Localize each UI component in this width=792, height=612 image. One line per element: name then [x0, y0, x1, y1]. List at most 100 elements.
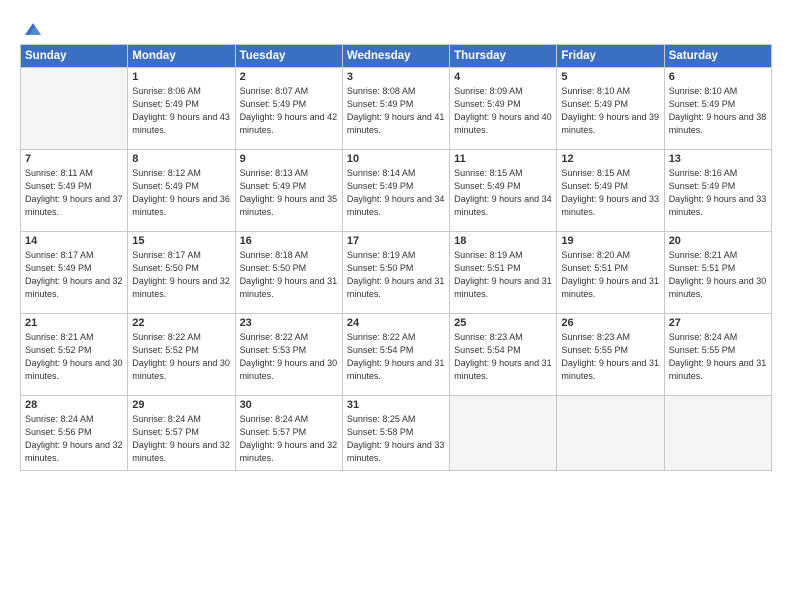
day-number: 17 — [347, 235, 445, 247]
day-info: Sunrise: 8:18 AMSunset: 5:50 PMDaylight:… — [240, 249, 338, 301]
col-header-friday: Friday — [557, 45, 664, 68]
logo — [20, 18, 44, 36]
day-info: Sunrise: 8:22 AMSunset: 5:54 PMDaylight:… — [347, 331, 445, 383]
day-info: Sunrise: 8:24 AMSunset: 5:57 PMDaylight:… — [240, 413, 338, 465]
calendar-cell: 4 Sunrise: 8:09 AMSunset: 5:49 PMDaylight… — [450, 68, 557, 150]
calendar-cell: 10 Sunrise: 8:14 AMSunset: 5:49 PMDayligh… — [342, 150, 449, 232]
day-info: Sunrise: 8:22 AMSunset: 5:52 PMDaylight:… — [132, 331, 230, 383]
calendar-cell — [664, 396, 771, 471]
day-info: Sunrise: 8:24 AMSunset: 5:55 PMDaylight:… — [669, 331, 767, 383]
calendar-cell: 19 Sunrise: 8:20 AMSunset: 5:51 PMDayligh… — [557, 232, 664, 314]
day-info: Sunrise: 8:21 AMSunset: 5:51 PMDaylight:… — [669, 249, 767, 301]
day-number: 12 — [561, 153, 659, 165]
calendar-cell: 1Sunrise: 8:06 AMSunset: 5:49 PMDaylight… — [128, 68, 235, 150]
day-info: Sunrise: 8:10 AMSunset: 5:49 PMDaylight:… — [561, 85, 659, 137]
day-info: Sunrise: 8:15 AMSunset: 5:49 PMDaylight:… — [561, 167, 659, 219]
day-info: Sunrise: 8:15 AMSunset: 5:49 PMDaylight:… — [454, 167, 552, 219]
day-number: 24 — [347, 317, 445, 329]
day-info: Sunrise: 8:24 AMSunset: 5:56 PMDaylight:… — [25, 413, 123, 465]
day-info: Sunrise: 8:20 AMSunset: 5:51 PMDaylight:… — [561, 249, 659, 301]
day-number: 15 — [132, 235, 230, 247]
day-number: 31 — [347, 399, 445, 411]
calendar-cell: 8 Sunrise: 8:12 AMSunset: 5:49 PMDaylight… — [128, 150, 235, 232]
calendar-table: SundayMondayTuesdayWednesdayThursdayFrid… — [20, 44, 772, 471]
calendar-cell: 27 Sunrise: 8:24 AMSunset: 5:55 PMDayligh… — [664, 314, 771, 396]
calendar-cell: 7 Sunrise: 8:11 AMSunset: 5:49 PMDaylight… — [21, 150, 128, 232]
col-header-monday: Monday — [128, 45, 235, 68]
calendar-cell — [21, 68, 128, 150]
calendar-cell: 2 Sunrise: 8:07 AMSunset: 5:49 PMDaylight… — [235, 68, 342, 150]
day-info: Sunrise: 8:17 AMSunset: 5:49 PMDaylight:… — [25, 249, 123, 301]
day-number: 4 — [454, 71, 552, 83]
day-number: 20 — [669, 235, 767, 247]
calendar-cell: 12 Sunrise: 8:15 AMSunset: 5:49 PMDayligh… — [557, 150, 664, 232]
day-info: Sunrise: 8:08 AMSunset: 5:49 PMDaylight:… — [347, 85, 445, 137]
day-number: 16 — [240, 235, 338, 247]
day-number: 28 — [25, 399, 123, 411]
day-info: Sunrise: 8:19 AMSunset: 5:51 PMDaylight:… — [454, 249, 552, 301]
calendar-cell: 11 Sunrise: 8:15 AMSunset: 5:49 PMDayligh… — [450, 150, 557, 232]
day-number: 3 — [347, 71, 445, 83]
calendar-cell: 24 Sunrise: 8:22 AMSunset: 5:54 PMDayligh… — [342, 314, 449, 396]
day-number: 5 — [561, 71, 659, 83]
day-info: Sunrise: 8:25 AMSunset: 5:58 PMDaylight:… — [347, 413, 445, 465]
col-header-tuesday: Tuesday — [235, 45, 342, 68]
day-number: 2 — [240, 71, 338, 83]
col-header-wednesday: Wednesday — [342, 45, 449, 68]
day-info: Sunrise: 8:14 AMSunset: 5:49 PMDaylight:… — [347, 167, 445, 219]
day-number: 29 — [132, 399, 230, 411]
calendar-cell: 21 Sunrise: 8:21 AMSunset: 5:52 PMDayligh… — [21, 314, 128, 396]
calendar-cell: 17 Sunrise: 8:19 AMSunset: 5:50 PMDayligh… — [342, 232, 449, 314]
calendar-cell: 22 Sunrise: 8:22 AMSunset: 5:52 PMDayligh… — [128, 314, 235, 396]
day-number: 14 — [25, 235, 123, 247]
day-info: Sunrise: 8:07 AMSunset: 5:49 PMDaylight:… — [240, 85, 338, 137]
day-number: 30 — [240, 399, 338, 411]
day-number: 22 — [132, 317, 230, 329]
day-number: 19 — [561, 235, 659, 247]
calendar-cell: 31 Sunrise: 8:25 AMSunset: 5:58 PMDayligh… — [342, 396, 449, 471]
calendar-cell: 13Sunrise: 8:16 AMSunset: 5:49 PMDayligh… — [664, 150, 771, 232]
day-number: 13 — [669, 153, 767, 165]
day-number: 18 — [454, 235, 552, 247]
calendar-cell: 16 Sunrise: 8:18 AMSunset: 5:50 PMDayligh… — [235, 232, 342, 314]
calendar-cell: 25Sunrise: 8:23 AMSunset: 5:54 PMDayligh… — [450, 314, 557, 396]
day-number: 6 — [669, 71, 767, 83]
day-number: 26 — [561, 317, 659, 329]
col-header-sunday: Sunday — [21, 45, 128, 68]
calendar-cell — [557, 396, 664, 471]
calendar-cell: 5 Sunrise: 8:10 AMSunset: 5:49 PMDaylight… — [557, 68, 664, 150]
day-info: Sunrise: 8:17 AMSunset: 5:50 PMDaylight:… — [132, 249, 230, 301]
day-info: Sunrise: 8:24 AMSunset: 5:57 PMDaylight:… — [132, 413, 230, 465]
day-number: 9 — [240, 153, 338, 165]
day-info: Sunrise: 8:13 AMSunset: 5:49 PMDaylight:… — [240, 167, 338, 219]
calendar-cell: 28 Sunrise: 8:24 AMSunset: 5:56 PMDayligh… — [21, 396, 128, 471]
day-info: Sunrise: 8:22 AMSunset: 5:53 PMDaylight:… — [240, 331, 338, 383]
calendar-header-row: SundayMondayTuesdayWednesdayThursdayFrid… — [21, 45, 772, 68]
calendar-cell: 15 Sunrise: 8:17 AMSunset: 5:50 PMDayligh… — [128, 232, 235, 314]
day-number: 7 — [25, 153, 123, 165]
day-number: 1 — [132, 71, 230, 83]
calendar-cell: 29 Sunrise: 8:24 AMSunset: 5:57 PMDayligh… — [128, 396, 235, 471]
col-header-thursday: Thursday — [450, 45, 557, 68]
calendar-cell — [450, 396, 557, 471]
day-number: 23 — [240, 317, 338, 329]
day-info: Sunrise: 8:09 AMSunset: 5:49 PMDaylight:… — [454, 85, 552, 137]
calendar-cell: 26 Sunrise: 8:23 AMSunset: 5:55 PMDayligh… — [557, 314, 664, 396]
day-number: 21 — [25, 317, 123, 329]
calendar-cell: 9 Sunrise: 8:13 AMSunset: 5:49 PMDaylight… — [235, 150, 342, 232]
day-info: Sunrise: 8:11 AMSunset: 5:49 PMDaylight:… — [25, 167, 123, 219]
calendar-cell: 20 Sunrise: 8:21 AMSunset: 5:51 PMDayligh… — [664, 232, 771, 314]
day-number: 10 — [347, 153, 445, 165]
calendar-cell: 6Sunrise: 8:10 AMSunset: 5:49 PMDaylight… — [664, 68, 771, 150]
day-info: Sunrise: 8:19 AMSunset: 5:50 PMDaylight:… — [347, 249, 445, 301]
calendar-cell: 30 Sunrise: 8:24 AMSunset: 5:57 PMDayligh… — [235, 396, 342, 471]
day-info: Sunrise: 8:21 AMSunset: 5:52 PMDaylight:… — [25, 331, 123, 383]
calendar-cell: 3 Sunrise: 8:08 AMSunset: 5:49 PMDaylight… — [342, 68, 449, 150]
day-info: Sunrise: 8:12 AMSunset: 5:49 PMDaylight:… — [132, 167, 230, 219]
day-number: 11 — [454, 153, 552, 165]
col-header-saturday: Saturday — [664, 45, 771, 68]
calendar-cell: 14 Sunrise: 8:17 AMSunset: 5:49 PMDayligh… — [21, 232, 128, 314]
day-number: 27 — [669, 317, 767, 329]
day-number: 8 — [132, 153, 230, 165]
day-info: Sunrise: 8:23 AMSunset: 5:55 PMDaylight:… — [561, 331, 659, 383]
